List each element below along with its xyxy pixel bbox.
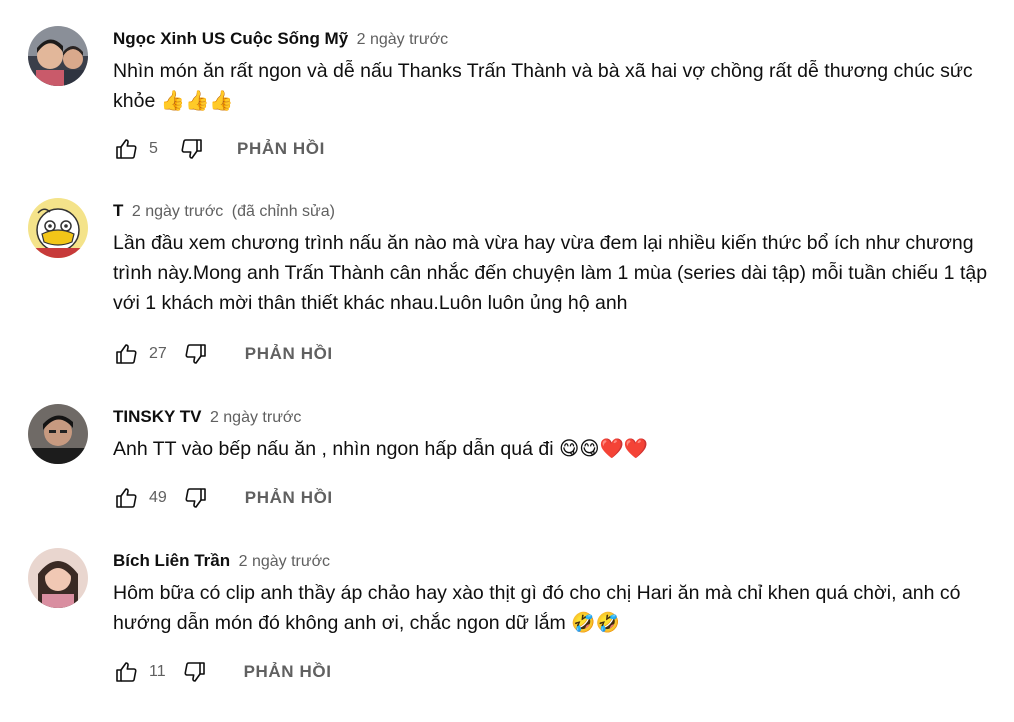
avatar[interactable] bbox=[28, 198, 88, 258]
author-name[interactable]: TINSKY TV bbox=[113, 407, 201, 426]
comment-timestamp[interactable]: 2 ngày trước bbox=[239, 553, 330, 570]
comment-actions: 11 PHẢN HỒI bbox=[113, 657, 332, 687]
avatar[interactable] bbox=[28, 548, 88, 608]
reply-button[interactable]: PHẢN HỒI bbox=[245, 344, 333, 364]
comment-body: T 2 ngày trước (đã chỉnh sửa) Lần đầu xe… bbox=[113, 198, 998, 318]
thumbs-down-icon[interactable] bbox=[183, 485, 209, 511]
author-name[interactable]: Ngọc Xinh US Cuộc Sống Mỹ bbox=[113, 29, 348, 48]
comment-text: Nhìn món ăn rất ngon và dễ nấu Thanks Tr… bbox=[113, 60, 973, 112]
avatar[interactable] bbox=[28, 26, 88, 86]
comment-header: T 2 ngày trước (đã chỉnh sửa) bbox=[113, 198, 998, 224]
comment-actions: 49 PHẢN HỒI bbox=[113, 483, 333, 513]
avatar-image bbox=[28, 198, 88, 258]
edited-label: (đã chỉnh sửa) bbox=[231, 203, 335, 220]
comment-actions: 5 PHẢN HỒI bbox=[113, 134, 325, 164]
thumbs-up-icon[interactable] bbox=[113, 341, 139, 367]
thumbs-down-icon[interactable] bbox=[183, 341, 209, 367]
thumbs-down-icon[interactable] bbox=[182, 659, 208, 685]
comment-timestamp[interactable]: 2 ngày trước bbox=[210, 409, 301, 426]
comment-body: Bích Liên Trần 2 ngày trước Hôm bữa có c… bbox=[113, 548, 998, 638]
thumbs-up-icon[interactable] bbox=[113, 485, 139, 511]
like-count: 49 bbox=[149, 489, 167, 506]
comment-body: TINSKY TV 2 ngày trước Anh TT vào bếp nấ… bbox=[113, 404, 998, 464]
comment-body: Ngọc Xinh US Cuộc Sống Mỹ 2 ngày trước N… bbox=[113, 26, 998, 116]
comment-text: Lần đầu xem chương trình nấu ăn nào mà v… bbox=[113, 232, 988, 314]
comment-actions: 27 PHẢN HỒI bbox=[113, 339, 333, 369]
like-count: 5 bbox=[149, 140, 158, 157]
comment-header: Ngọc Xinh US Cuộc Sống Mỹ 2 ngày trước bbox=[113, 26, 998, 52]
like-count: 27 bbox=[149, 345, 167, 362]
comment-text: Hôm bữa có clip anh thầy áp chảo hay xào… bbox=[113, 582, 961, 634]
reply-button[interactable]: PHẢN HỒI bbox=[245, 488, 333, 508]
avatar-image bbox=[28, 26, 88, 86]
thumbs-up-icon[interactable] bbox=[113, 136, 139, 162]
author-name[interactable]: T bbox=[113, 201, 123, 220]
comment-timestamp[interactable]: 2 ngày trước bbox=[132, 203, 223, 220]
avatar-image bbox=[28, 404, 88, 464]
comment-header: Bích Liên Trần 2 ngày trước bbox=[113, 548, 998, 574]
like-count: 11 bbox=[149, 663, 166, 680]
thumbs-down-icon[interactable] bbox=[179, 136, 205, 162]
comment-header: TINSKY TV 2 ngày trước bbox=[113, 404, 998, 430]
author-name[interactable]: Bích Liên Trần bbox=[113, 551, 230, 570]
reply-button[interactable]: PHẢN HỒI bbox=[244, 662, 332, 682]
avatar-image bbox=[28, 548, 88, 608]
thumbs-up-icon[interactable] bbox=[113, 659, 139, 685]
comment-timestamp[interactable]: 2 ngày trước bbox=[357, 31, 448, 48]
comment-text: Anh TT vào bếp nấu ăn , nhìn ngon hấp dẫ… bbox=[113, 438, 649, 460]
reply-button[interactable]: PHẢN HỒI bbox=[237, 139, 325, 159]
avatar[interactable] bbox=[28, 404, 88, 464]
